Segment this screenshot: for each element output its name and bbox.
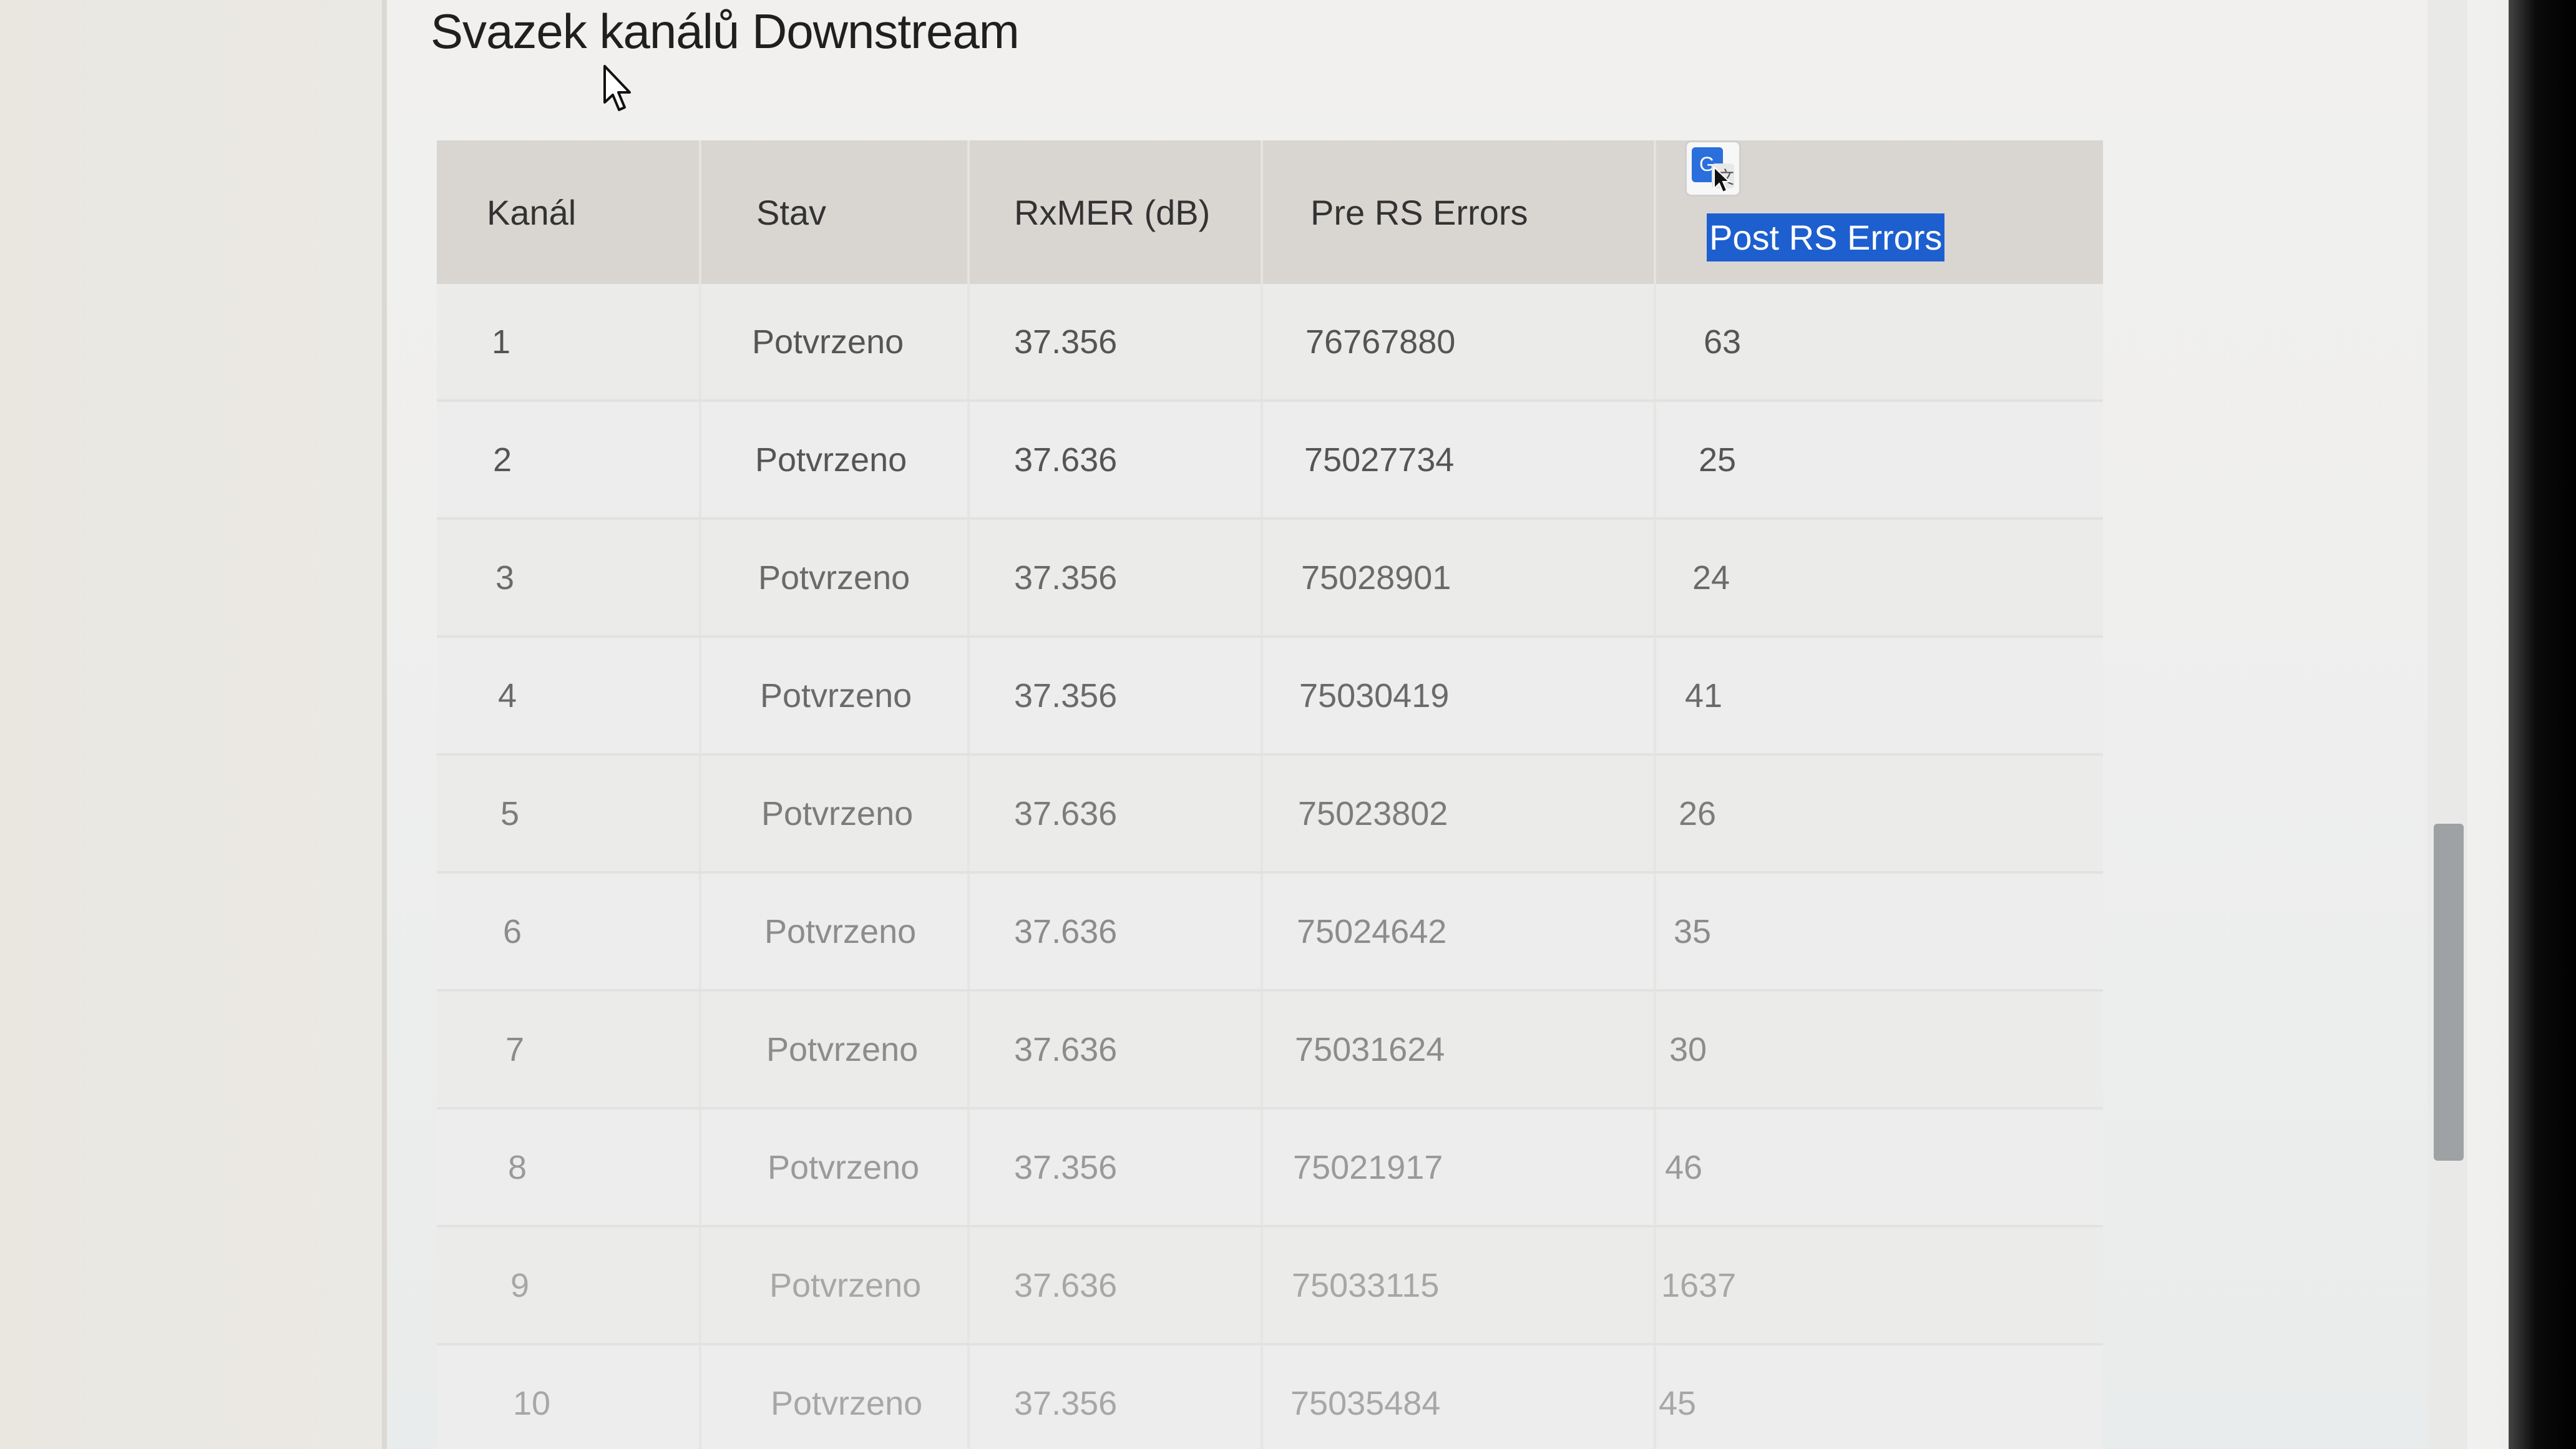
cell-channel: 5 <box>500 794 520 832</box>
header-divider <box>699 140 701 284</box>
selected-text-post-rs-errors[interactable]: Post RS Errors <box>1707 213 1945 261</box>
cell-post-rs: 24 <box>1692 559 1730 597</box>
cell-rxmer: 37.356 <box>1014 1384 1118 1422</box>
cell-channel: 4 <box>498 676 517 715</box>
cell-status: Potvrzeno <box>760 676 912 715</box>
table-row: 2 Potvrzeno 37.636 75027734 25 <box>437 402 2103 520</box>
cell-pre-rs: 75035484 <box>1290 1384 1441 1422</box>
monitor-bezel <box>2509 0 2576 1449</box>
cell-status: Potvrzeno <box>755 441 907 479</box>
cell-rxmer: 37.636 <box>1014 912 1118 950</box>
cell-status: Potvrzeno <box>771 1384 923 1422</box>
table-row: 7 Potvrzeno 37.636 75031624 30 <box>437 992 2103 1110</box>
header-status[interactable]: Stav <box>756 140 826 284</box>
page-background-left <box>0 0 387 1449</box>
cell-post-rs: 63 <box>1704 323 1742 361</box>
cell-pre-rs: 75027734 <box>1304 441 1455 479</box>
cell-post-rs: 46 <box>1665 1148 1703 1186</box>
page-title: Svazek kanálů Downstream <box>431 4 1020 59</box>
cell-rxmer: 37.356 <box>1014 676 1118 715</box>
header-rxmer[interactable]: RxMER (dB) <box>1014 140 1210 284</box>
header-divider <box>1261 140 1263 284</box>
cell-status: Potvrzeno <box>758 559 910 597</box>
header-channel[interactable]: Kanál <box>487 140 576 284</box>
cell-pre-rs: 75031624 <box>1295 1030 1445 1068</box>
scrollbar-thumb[interactable] <box>2434 824 2464 1161</box>
downstream-channels-table: Kanál Stav RxMER (dB) Pre RS Errors Post… <box>437 140 2103 1449</box>
cell-pre-rs: 75024642 <box>1297 912 1447 950</box>
cell-post-rs: 41 <box>1685 676 1723 715</box>
cell-rxmer: 37.636 <box>1014 1266 1118 1304</box>
table-row: 9 Potvrzeno 37.636 75033115 1637 <box>437 1227 2103 1345</box>
header-pre-rs-errors[interactable]: Pre RS Errors <box>1310 140 1528 284</box>
cell-rxmer: 37.636 <box>1014 441 1118 479</box>
cell-post-rs: 35 <box>1674 912 1712 950</box>
table-header-row: Kanál Stav RxMER (dB) Pre RS Errors Post… <box>437 140 2103 284</box>
cell-channel: 1 <box>492 323 511 361</box>
header-divider <box>1654 140 1656 284</box>
cell-status: Potvrzeno <box>766 1030 919 1068</box>
cell-channel: 10 <box>513 1384 551 1422</box>
cell-rxmer: 37.356 <box>1014 1148 1118 1186</box>
cell-status: Potvrzeno <box>764 912 917 950</box>
cell-channel: 6 <box>503 912 522 950</box>
cell-post-rs: 26 <box>1679 794 1717 832</box>
table-row: 4 Potvrzeno 37.356 75030419 41 <box>437 638 2103 756</box>
cell-channel: 7 <box>505 1030 525 1068</box>
table-row: 8 Potvrzeno 37.356 75021917 46 <box>437 1110 2103 1227</box>
cell-post-rs: 25 <box>1699 441 1737 479</box>
cell-rxmer: 37.356 <box>1014 559 1118 597</box>
header-divider <box>967 140 970 284</box>
cell-status: Potvrzeno <box>752 323 904 361</box>
table-row: 5 Potvrzeno 37.636 75023802 26 <box>437 756 2103 874</box>
table-row: 3 Potvrzeno 37.356 75028901 24 <box>437 520 2103 638</box>
cell-post-rs: 30 <box>1669 1030 1707 1068</box>
cell-pre-rs: 75028901 <box>1301 559 1451 597</box>
cell-status: Potvrzeno <box>761 794 914 832</box>
table-row: 10 Potvrzeno 37.356 75035484 45 <box>437 1345 2103 1449</box>
cell-post-rs: 45 <box>1659 1384 1697 1422</box>
mouse-pointer-icon <box>603 65 631 111</box>
scrollbar-track[interactable] <box>2427 0 2467 1449</box>
cell-rxmer: 37.636 <box>1014 1030 1118 1068</box>
table-row: 1 Potvrzeno 37.356 76767880 63 <box>437 284 2103 402</box>
cell-post-rs: 1637 <box>1661 1266 1737 1304</box>
cell-pre-rs: 76767880 <box>1305 323 1456 361</box>
cell-channel: 2 <box>493 441 512 479</box>
table-body: 1 Potvrzeno 37.356 76767880 63 2 Potvrze… <box>437 284 2103 1449</box>
cell-channel: 8 <box>508 1148 527 1186</box>
table-row: 6 Potvrzeno 37.636 75024642 35 <box>437 874 2103 992</box>
cell-pre-rs: 75021917 <box>1293 1148 1443 1186</box>
cell-rxmer: 37.356 <box>1014 323 1118 361</box>
cell-pre-rs: 75030419 <box>1299 676 1450 715</box>
cell-channel: 9 <box>510 1266 530 1304</box>
cell-rxmer: 37.636 <box>1014 794 1118 832</box>
cell-status: Potvrzeno <box>768 1148 920 1186</box>
google-translate-icon[interactable]: G 文 <box>1685 140 1741 197</box>
panel-edge <box>382 0 387 1449</box>
cell-channel: 3 <box>495 559 515 597</box>
cell-pre-rs: 75023802 <box>1298 794 1448 832</box>
cell-pre-rs: 75033115 <box>1292 1266 1440 1304</box>
cell-status: Potvrzeno <box>769 1266 922 1304</box>
